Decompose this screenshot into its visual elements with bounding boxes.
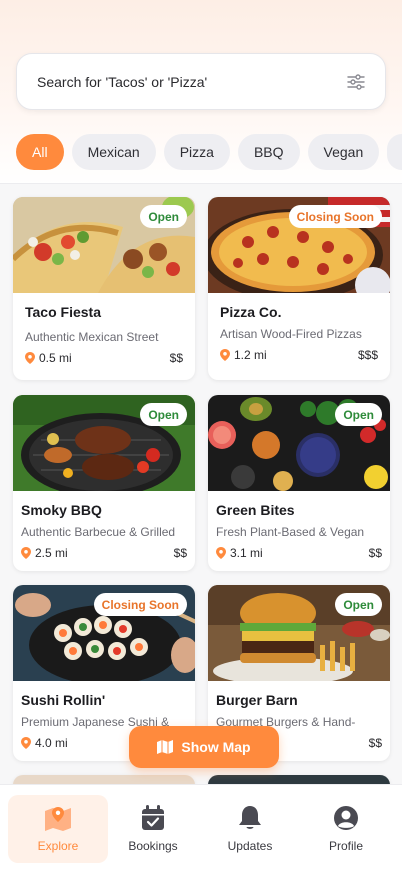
category-chips: All Mexican Pizza BBQ Vegan [16,134,402,170]
user-circle-icon [334,806,358,830]
restaurant-distance: 0.5 mi [39,351,72,365]
chip-mexican[interactable]: Mexican [71,134,156,170]
location-pin-icon [25,352,35,364]
tab-explore[interactable]: Explore [8,795,108,863]
restaurant-name: Taco Fiesta [25,304,101,320]
search-bar[interactable]: Search for 'Tacos' or 'Pizza' [16,53,386,110]
restaurant-image: Open [208,395,390,491]
tab-bookings[interactable]: Bookings [103,795,203,863]
location-pin-icon [220,349,230,361]
restaurant-card-partial-left[interactable] [13,775,195,784]
restaurant-image: Open [13,395,195,491]
restaurant-price: $$ [169,351,183,365]
chip-all[interactable]: All [16,134,64,170]
show-map-button[interactable]: Show Map [129,726,279,768]
status-badge: Closing Soon [93,593,187,616]
status-badge: Open [335,403,382,426]
status-badge: Open [335,593,382,616]
restaurant-card-partial-right[interactable] [208,775,390,784]
show-map-label: Show Map [181,739,251,755]
tab-profile[interactable]: Profile [296,795,396,863]
restaurant-image: Closing Soon [13,585,195,681]
restaurant-name: Sushi Rollin' [21,692,106,708]
tab-bookings-label: Bookings [128,839,178,853]
calendar-check-icon [142,805,164,830]
map-pin-icon [45,807,71,831]
bottom-tab-bar: Explore Bookings Updates Profile [0,784,402,874]
restaurant-distance: 4.0 mi [35,736,68,750]
restaurant-distance: 3.1 mi [230,546,263,560]
tab-updates-label: Updates [227,839,273,853]
restaurant-name: Green Bites [216,502,295,518]
tab-profile-label: Profile [328,839,363,853]
status-badge: Closing Soon [288,205,382,228]
restaurant-price: $$ [368,546,382,560]
status-badge: Open [140,205,187,228]
tab-explore-label: Explore [37,839,79,853]
restaurant-distance: 1.2 mi [234,348,267,362]
restaurant-distance: 2.5 mi [35,546,68,560]
chip-more[interactable] [387,134,402,170]
restaurant-price: $$ [368,736,382,750]
bell-icon [239,806,261,829]
restaurant-image: Open [13,197,195,293]
restaurant-description: Artisan Wood-Fired Pizzas [220,327,362,341]
tab-updates[interactable]: Updates [200,795,300,863]
restaurant-description: Authentic Barbecue & Grilled [21,525,176,539]
map-icon [157,740,174,754]
restaurant-card-smoky-bbq[interactable]: Open Smoky BBQ Authentic Barbecue & Gril… [13,395,195,571]
restaurant-image: Open [208,585,390,681]
location-pin-icon [21,737,31,749]
restaurant-card-pizza-co[interactable]: Closing Soon Pizza Co. Artisan Wood-Fire… [208,197,390,380]
restaurant-card-green-bites[interactable]: Open Green Bites Fresh Plant-Based & Veg… [208,395,390,571]
chip-pizza[interactable]: Pizza [163,134,230,170]
search-input[interactable]: Search for 'Tacos' or 'Pizza' [37,74,345,90]
location-pin-icon [216,547,226,559]
restaurant-price: $$ [173,546,187,560]
restaurant-grid: Open Taco Fiesta Authentic Mexican Stree… [0,184,402,784]
status-badge: Open [140,403,187,426]
chip-vegan[interactable]: Vegan [307,134,380,170]
restaurant-price: $$$ [357,348,378,362]
restaurant-name: Smoky BBQ [21,502,102,518]
restaurant-card-taco-fiesta[interactable]: Open Taco Fiesta Authentic Mexican Stree… [13,197,195,380]
restaurant-description: Authentic Mexican Street [25,330,159,344]
chip-bbq[interactable]: BBQ [237,134,300,170]
filter-sliders-icon[interactable] [345,71,367,93]
restaurant-name: Burger Barn [216,692,298,708]
location-pin-icon [21,547,31,559]
restaurant-name: Pizza Co. [220,304,282,320]
restaurant-image: Closing Soon [208,197,390,293]
restaurant-description: Fresh Plant-Based & Vegan [216,525,365,539]
